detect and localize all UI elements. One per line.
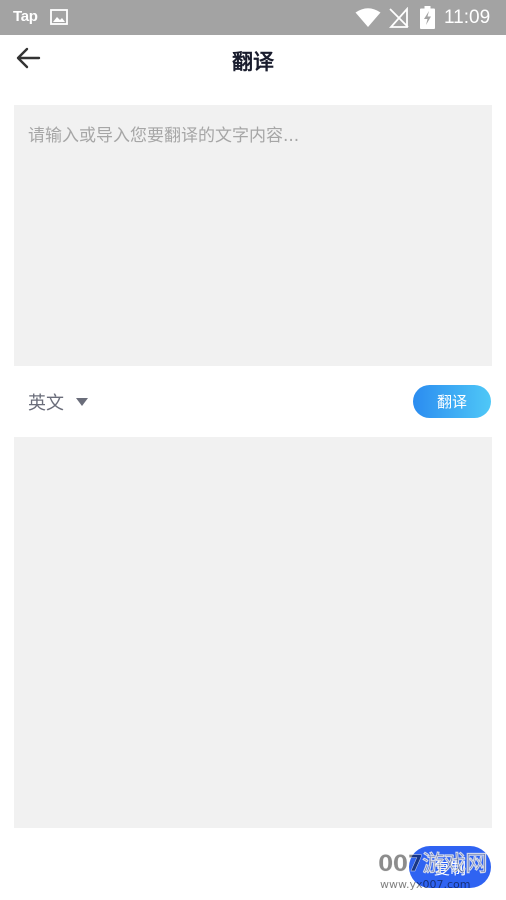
translate-button[interactable]: 翻译 — [413, 385, 491, 418]
image-icon — [50, 9, 68, 25]
source-text-input[interactable] — [14, 105, 492, 366]
watermark-text: 007游戏网 — [378, 852, 488, 877]
target-language-select[interactable]: 英文 — [28, 389, 89, 415]
translation-output — [14, 437, 492, 828]
caret-down-icon — [76, 398, 88, 406]
wifi-icon — [355, 8, 381, 27]
target-language-label: 英文 — [28, 393, 64, 414]
watermark-url: www.yx007.com — [380, 878, 471, 891]
battery-charging-icon — [420, 6, 435, 29]
no-signal-icon — [389, 7, 409, 28]
page-title: 翻译 — [232, 50, 274, 74]
status-app-label: Tap — [13, 8, 38, 25]
status-bar: Tap 11:09 — [0, 0, 506, 35]
status-time: 11:09 — [444, 7, 491, 28]
